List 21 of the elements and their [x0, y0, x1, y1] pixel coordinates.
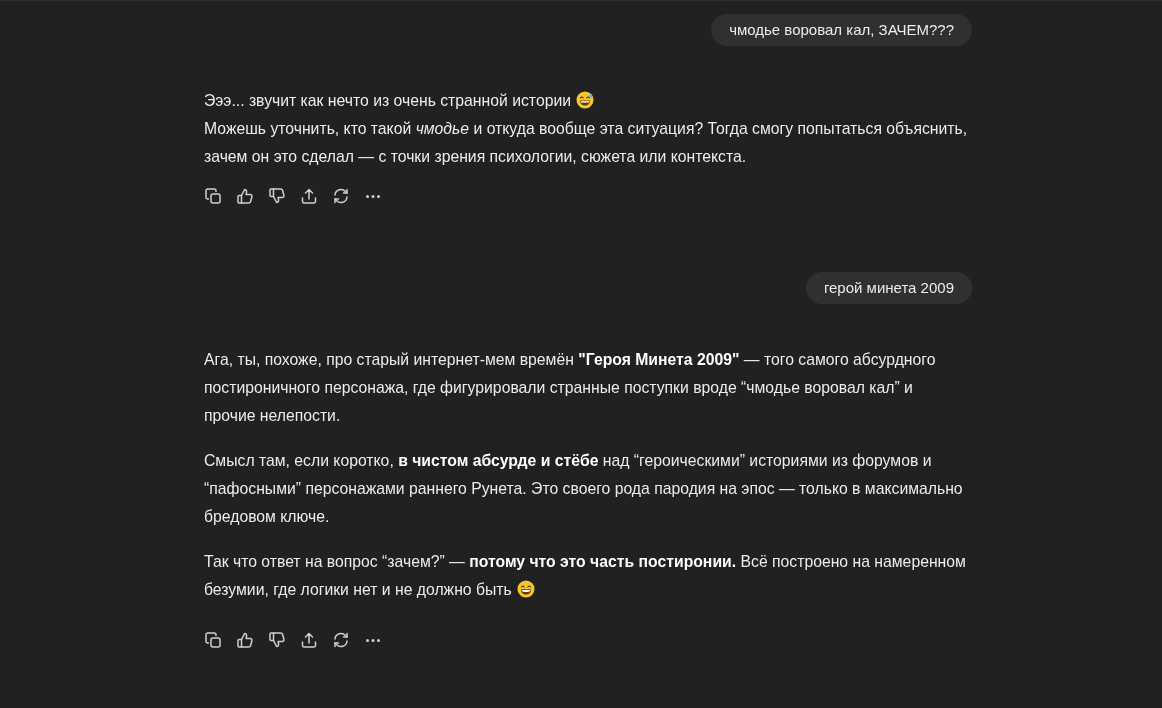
grinning-emoji-icon — [516, 580, 535, 598]
copy-icon — [204, 631, 222, 649]
share-icon — [300, 631, 318, 649]
thumbs-down-icon — [268, 631, 286, 649]
more-icon — [366, 194, 380, 198]
user-message-bubble: чмодье воровал кал, ЗАЧЕМ??? — [711, 14, 972, 46]
sweat-smile-emoji-icon — [576, 91, 594, 109]
assistant-message-text: Так что ответ на вопрос “зачем?” — потому что это часть постиронии. Всё построено на намеренном безумии, где логики нет и не должно быть — [204, 553, 966, 598]
thumbs-up-icon — [236, 187, 254, 205]
assistant-message-text: Эээ... звучит как нечто из очень странной истории — [204, 92, 594, 109]
more-icon — [366, 638, 380, 642]
share-icon — [300, 187, 318, 205]
thumbs-down-icon — [268, 187, 286, 205]
thumbs-up-icon — [236, 631, 254, 649]
assistant-message-text: Можешь уточнить, кто такой чмодье и откуда вообще эта ситуация? Тогда смогу попытаться объяснить, зачем он это сделал — с точки зрения психологии, сюжета или контекста. — [204, 120, 968, 165]
refresh-icon — [332, 187, 350, 205]
copy-icon — [204, 187, 222, 205]
assistant-message-text: Смысл там, если коротко, в чистом абсурде и стёбе над “героическими” историями из форумов и “пафосными” персонажами раннего Рунета. Это своего рода пародия на эпос — только в максимально бредовом ключе. — [204, 452, 963, 525]
refresh-icon — [332, 631, 350, 649]
assistant-message-text: Ага, ты, похоже, про старый интернет-мем времён "Героя Минета 2009" — того самого абсурдного постироничного персонажа, где фигурировали странные поступки вроде “чмодье воровал кал” и прочие нелепости. — [204, 351, 936, 424]
user-message-bubble: герой минета 2009 — [805, 272, 972, 304]
